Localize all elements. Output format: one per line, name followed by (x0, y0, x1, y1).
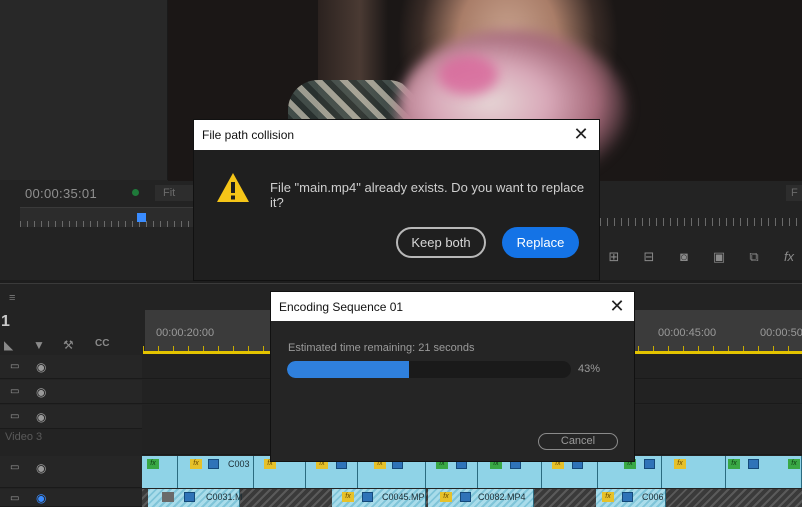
track-output-icon[interactable]: ▭ (10, 386, 19, 397)
audio-clip[interactable]: C0031.M (148, 489, 243, 507)
zoom-fit-select-right[interactable]: F (786, 185, 802, 201)
progress-percent: 43% (578, 363, 601, 375)
ruler-label: 00:00:20:00 (156, 327, 215, 339)
encoding-progress-bar (287, 361, 571, 378)
track-header[interactable]: ▭ ◉ (0, 456, 142, 488)
export-frame-icon[interactable]: ⧉ (745, 250, 763, 264)
wrench-icon[interactable]: ⚒ (63, 338, 74, 352)
cancel-button[interactable]: Cancel (538, 433, 618, 450)
compare-icon[interactable]: ▣ (710, 250, 728, 264)
dialog-titlebar: File path collision ✕ (194, 120, 599, 150)
timeline-clip[interactable]: fx (662, 456, 726, 488)
source-viewer (0, 0, 168, 180)
time-remaining-text: Estimated time remaining: 21 seconds (288, 342, 475, 354)
captions-icon[interactable]: CC (95, 338, 109, 349)
eye-icon[interactable]: ◉ (36, 410, 46, 424)
track-name-video3: Video 3 (5, 431, 43, 443)
status-dot-icon (132, 189, 139, 196)
zoom-fit-select[interactable]: Fit (155, 185, 195, 201)
eye-icon[interactable]: ◉ (36, 385, 46, 399)
audio-clip[interactable]: fx C0045.MP (332, 489, 426, 507)
timeline-clip[interactable]: fx C003 (178, 456, 254, 488)
encoding-dialog: Encoding Sequence 01 ✕ Estimated time re… (271, 292, 634, 461)
fx-icon[interactable]: fx (780, 250, 798, 264)
audio-clip-track[interactable]: C0031.M fx C0045.MP fx C0082.MP4 fx C006 (142, 489, 802, 507)
extract-icon[interactable]: ⊟ (640, 250, 658, 264)
dialog-message: File "main.mp4" already exists. Do you w… (270, 180, 585, 210)
track-header[interactable]: ▭ ◉ (0, 380, 142, 404)
eye-icon[interactable]: ◉ (36, 360, 46, 374)
timeline-clip[interactable]: fx fx (726, 456, 802, 488)
clip-label: C003 (228, 459, 250, 469)
track-header[interactable]: ▭ ◉ (0, 489, 142, 507)
replace-button[interactable]: Replace (502, 227, 579, 258)
sequence-number: 1 (1, 313, 10, 330)
dialog-title: File path collision (202, 128, 295, 142)
dialog-title: Encoding Sequence 01 (279, 300, 404, 314)
panel-menu-icon[interactable]: ≡ (9, 292, 15, 304)
snap-icon[interactable]: ◣ (4, 338, 13, 352)
track-output-icon[interactable]: ▭ (10, 411, 19, 422)
camera-icon[interactable]: ◙ (675, 250, 693, 264)
clip-label: C006 (642, 492, 664, 502)
track-header[interactable]: ▭ ◉ (0, 355, 142, 379)
close-icon[interactable]: ✕ (606, 295, 628, 317)
progress-fill (287, 361, 410, 378)
track-header[interactable]: ▭ ◉ (0, 405, 142, 429)
lift-icon[interactable]: ⊞ (605, 250, 623, 264)
timeline-clip[interactable]: fx (142, 456, 178, 488)
ruler-label: 00:00:50 (760, 327, 802, 339)
warning-icon (217, 173, 249, 202)
clip-label: C0045.MP (382, 492, 425, 502)
program-scrubber[interactable] (600, 218, 802, 226)
marker-icon[interactable]: ▼ (33, 338, 45, 352)
source-scrubber[interactable] (20, 207, 195, 227)
audio-clip[interactable]: fx C0082.MP4 (428, 489, 534, 507)
playhead-timecode[interactable]: 00:00:35:01 (25, 186, 97, 201)
playhead-marker-icon[interactable] (137, 213, 146, 222)
keep-both-button[interactable]: Keep both (396, 227, 486, 258)
close-icon[interactable]: ✕ (570, 123, 592, 145)
eye-icon[interactable]: ◉ (36, 491, 46, 505)
audio-clip[interactable]: fx C006 (596, 489, 666, 507)
eye-icon[interactable]: ◉ (36, 461, 46, 475)
ruler-label: 00:00:45:00 (658, 327, 717, 339)
clip-label: C0082.MP4 (478, 492, 526, 502)
track-output-icon[interactable]: ▭ (10, 361, 19, 372)
track-output-icon[interactable]: ▭ (10, 493, 19, 504)
file-collision-dialog: File path collision ✕ File "main.mp4" al… (194, 120, 599, 280)
dialog-titlebar: Encoding Sequence 01 ✕ (271, 292, 634, 321)
track-output-icon[interactable]: ▭ (10, 462, 19, 473)
premiere-workspace: 00:00:35:01 Fit F ⊞ ⊟ ◙ ▣ ⧉ fx ≡ 1 ◣ ▼ ⚒… (0, 0, 802, 507)
clip-label: C0031.M (206, 492, 243, 502)
